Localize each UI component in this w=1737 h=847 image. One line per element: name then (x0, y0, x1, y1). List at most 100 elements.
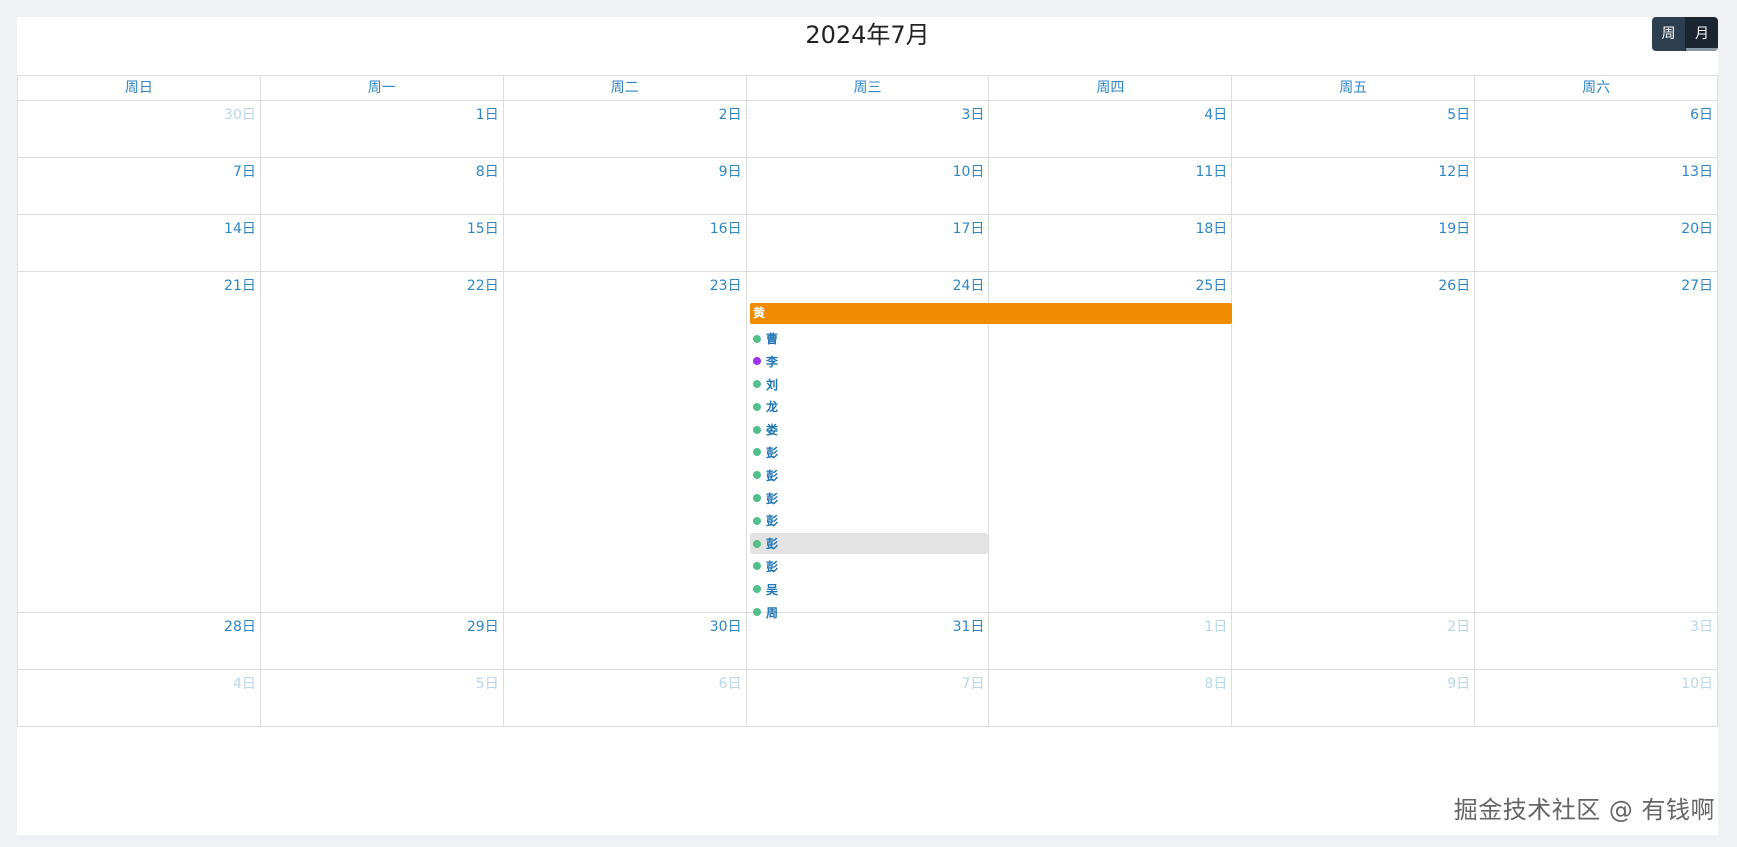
event-item[interactable]: 彭 (750, 488, 988, 509)
day-cell[interactable]: 8日 (261, 158, 504, 214)
day-number[interactable]: 10日 (1681, 676, 1713, 692)
event-item[interactable]: 龙 (750, 396, 988, 417)
day-cell[interactable]: 4日 (18, 670, 261, 726)
day-number[interactable]: 6日 (1690, 107, 1713, 123)
event-dot-icon (753, 539, 761, 548)
day-cell[interactable]: 30日 (504, 613, 747, 669)
day-number[interactable]: 13日 (1681, 164, 1713, 180)
calendar-title: 2024年7月 (805, 21, 930, 49)
day-cell[interactable]: 23日 (504, 272, 747, 612)
day-number[interactable]: 9日 (719, 164, 742, 180)
event-item[interactable]: 李 (750, 351, 988, 372)
month-view-button[interactable]: 月 (1685, 17, 1718, 51)
day-cell[interactable]: 18日 (989, 215, 1233, 271)
day-cell[interactable]: 3日 (747, 101, 990, 157)
day-number[interactable]: 23日 (710, 278, 742, 294)
day-cell[interactable]: 11日 (989, 158, 1233, 214)
day-number[interactable]: 3日 (1690, 619, 1713, 635)
day-number[interactable]: 4日 (233, 676, 256, 692)
day-cell[interactable]: 10日 (747, 158, 990, 214)
day-number[interactable]: 8日 (476, 164, 499, 180)
day-number[interactable]: 1日 (476, 107, 499, 123)
day-cell[interactable]: 19日 (1232, 215, 1476, 271)
multi-day-event[interactable]: 黄 (750, 303, 1232, 324)
day-cell[interactable]: 2日 (1232, 613, 1476, 669)
day-cell[interactable]: 6日 (504, 670, 747, 726)
week-view-button[interactable]: 周 (1652, 17, 1685, 51)
day-number[interactable]: 28日 (224, 619, 256, 635)
day-cell[interactable]: 31日 (747, 613, 990, 669)
event-item[interactable]: 彭 (750, 533, 988, 555)
day-cell[interactable]: 7日 (747, 670, 990, 726)
day-number[interactable]: 10日 (953, 164, 985, 180)
day-number[interactable]: 11日 (1195, 164, 1227, 180)
day-cell[interactable]: 26日 (1232, 272, 1476, 612)
day-number[interactable]: 4日 (1204, 107, 1227, 123)
day-number[interactable]: 14日 (224, 221, 256, 237)
day-cell[interactable]: 13日 (1475, 158, 1719, 214)
day-cell[interactable]: 21日 (18, 272, 261, 612)
event-item[interactable]: 曹 (750, 328, 988, 349)
day-cell[interactable]: 5日 (261, 670, 504, 726)
day-cell[interactable]: 4日 (989, 101, 1233, 157)
day-number[interactable]: 2日 (1447, 619, 1470, 635)
week-row: 30日 1日 2日 3日 4日 5日 6日 (18, 101, 1719, 158)
day-cell[interactable]: 1日 (261, 101, 504, 157)
day-number[interactable]: 30日 (224, 107, 256, 123)
event-item[interactable]: 娄 (750, 419, 988, 440)
day-cell[interactable]: 27日 (1475, 272, 1719, 612)
day-cell[interactable]: 10日 (1475, 670, 1719, 726)
day-number[interactable]: 6日 (719, 676, 742, 692)
day-number[interactable]: 17日 (953, 221, 985, 237)
day-cell[interactable]: 22日 (261, 272, 504, 612)
day-number[interactable]: 30日 (710, 619, 742, 635)
day-cell[interactable]: 29日 (261, 613, 504, 669)
day-cell[interactable]: 5日 (1232, 101, 1476, 157)
day-number[interactable]: 21日 (224, 278, 256, 294)
event-item[interactable]: 彭 (750, 556, 988, 577)
day-cell[interactable]: 14日 (18, 215, 261, 271)
day-cell[interactable]: 8日 (989, 670, 1233, 726)
event-item[interactable]: 吴 (750, 579, 988, 600)
day-number[interactable]: 29日 (467, 619, 499, 635)
day-cell[interactable]: 2日 (504, 101, 747, 157)
day-cell[interactable]: 7日 (18, 158, 261, 214)
day-cell[interactable]: 12日 (1232, 158, 1476, 214)
day-cell[interactable]: 30日 (18, 101, 261, 157)
day-number[interactable]: 5日 (1447, 107, 1470, 123)
day-number[interactable]: 7日 (962, 676, 985, 692)
day-number[interactable]: 1日 (1204, 619, 1227, 635)
day-number[interactable]: 18日 (1195, 221, 1227, 237)
day-cell[interactable]: 9日 (1232, 670, 1476, 726)
day-cell[interactable]: 17日 (747, 215, 990, 271)
day-number[interactable]: 9日 (1447, 676, 1470, 692)
day-number[interactable]: 7日 (233, 164, 256, 180)
day-number[interactable]: 5日 (476, 676, 499, 692)
event-item[interactable]: 彭 (750, 510, 988, 531)
event-item[interactable]: 刘 (750, 374, 988, 395)
day-number[interactable]: 16日 (710, 221, 742, 237)
event-item[interactable]: 彭 (750, 442, 988, 463)
day-number[interactable]: 3日 (962, 107, 985, 123)
day-number[interactable]: 2日 (719, 107, 742, 123)
day-number[interactable]: 24日 (953, 278, 985, 294)
day-cell[interactable]: 20日 (1475, 215, 1719, 271)
day-cell[interactable]: 9日 (504, 158, 747, 214)
day-number[interactable]: 20日 (1681, 221, 1713, 237)
day-number[interactable]: 22日 (467, 278, 499, 294)
day-number[interactable]: 8日 (1204, 676, 1227, 692)
day-number[interactable]: 12日 (1438, 164, 1470, 180)
day-number[interactable]: 31日 (953, 619, 985, 635)
day-cell[interactable]: 16日 (504, 215, 747, 271)
day-number[interactable]: 15日 (467, 221, 499, 237)
day-number[interactable]: 26日 (1438, 278, 1470, 294)
day-cell[interactable]: 1日 (989, 613, 1233, 669)
day-number[interactable]: 27日 (1681, 278, 1713, 294)
day-cell[interactable]: 6日 (1475, 101, 1719, 157)
day-number[interactable]: 19日 (1438, 221, 1470, 237)
day-number[interactable]: 25日 (1195, 278, 1227, 294)
day-cell[interactable]: 3日 (1475, 613, 1719, 669)
day-cell[interactable]: 28日 (18, 613, 261, 669)
day-cell[interactable]: 15日 (261, 215, 504, 271)
event-item[interactable]: 彭 (750, 465, 988, 486)
